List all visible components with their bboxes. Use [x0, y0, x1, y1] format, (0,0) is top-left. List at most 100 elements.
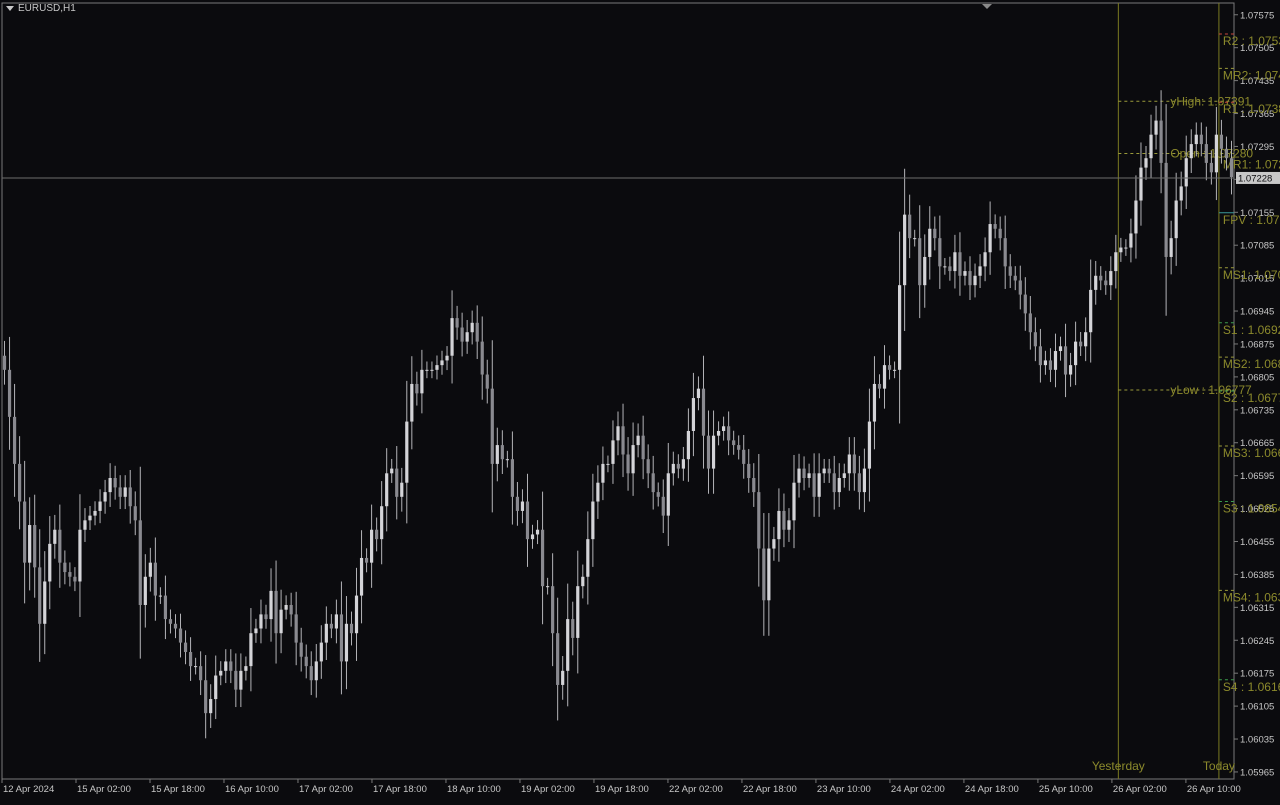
candle-body: [410, 383, 414, 422]
candle-body: [742, 449, 746, 464]
candle-body: [465, 332, 469, 342]
current-price-label: 1.07228: [1238, 173, 1272, 184]
candle-body: [98, 501, 102, 511]
x-axis-tick-label: 12 Apr 2024: [3, 784, 54, 795]
candle-body: [556, 633, 560, 685]
y-axis-tick-label: 1.06245: [1240, 636, 1274, 647]
candle-body: [1048, 360, 1053, 370]
y-axis-tick-label: 1.06175: [1240, 669, 1274, 680]
candle-body: [993, 224, 997, 229]
candle-body: [988, 224, 992, 253]
candle-body: [903, 214, 907, 286]
candle-body: [928, 228, 932, 257]
candle-body: [445, 355, 449, 361]
candle-body: [812, 473, 816, 497]
candle-body: [103, 492, 107, 502]
candle-body: [173, 623, 178, 629]
candle-body: [329, 623, 333, 629]
candle-body: [108, 478, 112, 493]
candle-body: [525, 501, 530, 540]
candle-body: [1058, 346, 1063, 352]
candle-body: [415, 383, 419, 394]
symbol-timeframe-label: EURUSD,H1: [18, 3, 76, 14]
candle-body: [400, 482, 404, 497]
x-axis-tick-label: 24 Apr 02:00: [891, 784, 945, 795]
candle-body: [898, 285, 902, 370]
candle-body: [535, 529, 540, 535]
pivot-level-label: MS4: 1.06351: [1223, 590, 1280, 604]
candle-body: [737, 445, 741, 450]
pivot-level-label: R1 : 1.07389: [1223, 102, 1280, 116]
candle-body: [1184, 158, 1188, 187]
candle-body: [933, 228, 937, 239]
pivot-level-label: S2 : 1.06775: [1223, 391, 1280, 405]
candle-body: [561, 670, 565, 685]
candle-body: [309, 666, 313, 681]
candle-body: [58, 529, 62, 563]
candle-body: [1033, 332, 1037, 347]
candle-body: [395, 468, 399, 497]
candle-body: [214, 675, 218, 700]
candle-body: [319, 642, 323, 662]
candle-body: [38, 567, 42, 624]
candle-body: [872, 383, 877, 422]
candle-body: [606, 463, 610, 465]
candle-body: [1174, 200, 1178, 239]
candle-body: [671, 463, 675, 474]
candle-body: [983, 252, 987, 267]
candle-body: [274, 590, 278, 634]
candle-body: [757, 492, 761, 549]
candle-body: [1219, 134, 1224, 149]
candle-body: [656, 492, 660, 497]
candle-body: [370, 529, 374, 563]
period-separator-label: Today: [1203, 759, 1235, 773]
candle-body: [998, 228, 1002, 239]
candle-body: [420, 369, 424, 394]
candle-body: [12, 416, 17, 464]
candle-body: [918, 238, 922, 286]
candle-body: [390, 468, 394, 474]
candle-body: [118, 487, 122, 497]
candle-body: [188, 652, 193, 667]
candle-body: [1053, 351, 1058, 370]
dropdown-arrow-icon[interactable]: [6, 6, 14, 11]
candle-body: [1038, 346, 1042, 366]
candle-body: [566, 619, 570, 671]
candle-body: [425, 369, 429, 371]
candle-body: [701, 388, 706, 436]
candle-body: [460, 327, 464, 342]
candle-body: [209, 699, 213, 714]
y-axis-tick-label: 1.06595: [1240, 471, 1274, 482]
pivot-level-label: MS1: 1.07037: [1223, 268, 1280, 282]
x-axis-tick-label: 24 Apr 18:00: [965, 784, 1019, 795]
candle-body: [706, 435, 711, 469]
candle-body: [1229, 158, 1234, 178]
candle-body: [1194, 134, 1198, 145]
candle-body: [832, 473, 836, 493]
candle-body: [1099, 275, 1103, 281]
candle-body: [73, 576, 77, 582]
candle-body: [1109, 271, 1113, 286]
x-axis-tick-label: 23 Apr 10:00: [817, 784, 871, 795]
candle-body: [747, 463, 751, 479]
price-chart[interactable]: 1.075751.075051.074351.073651.072951.072…: [0, 0, 1280, 800]
candle-body: [807, 473, 811, 479]
candle-body: [349, 623, 354, 634]
candle-body: [510, 459, 514, 497]
chart-window[interactable]: 1.075751.075051.074351.073651.072951.072…: [0, 0, 1280, 800]
candle-body: [691, 398, 696, 431]
chart-background: [0, 0, 1280, 800]
y-axis-tick-label: 1.06035: [1240, 735, 1274, 746]
candle-body: [183, 642, 188, 653]
candle-body: [571, 619, 575, 638]
candle-body: [676, 463, 680, 469]
candle-body: [334, 614, 338, 629]
x-axis-tick-label: 18 Apr 10:00: [447, 784, 501, 795]
candle-body: [299, 642, 303, 657]
candle-body: [359, 557, 364, 596]
candle-body: [963, 271, 967, 276]
candle-body: [7, 369, 12, 417]
x-axis-tick-label: 15 Apr 18:00: [151, 784, 205, 795]
candle-body: [797, 468, 801, 483]
symbol-menu[interactable]: EURUSD,H1: [6, 3, 76, 14]
